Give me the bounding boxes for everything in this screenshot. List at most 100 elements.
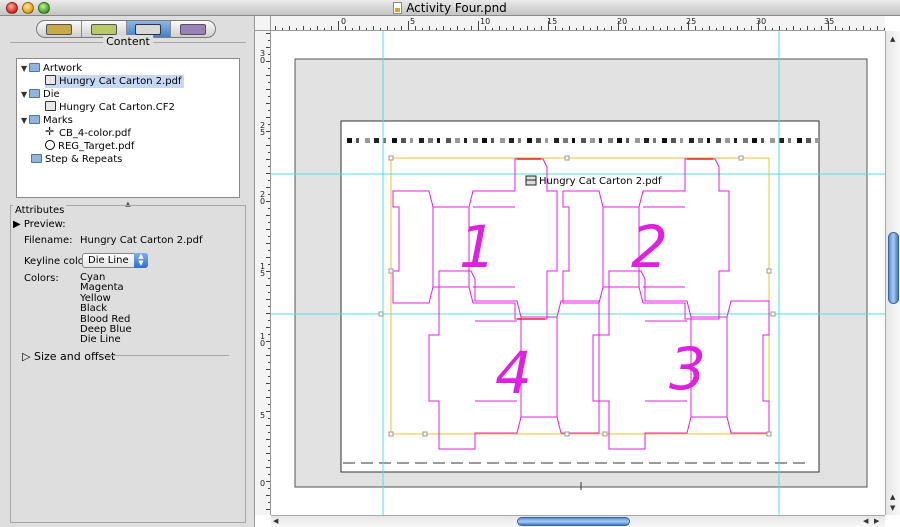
color-bar-patch <box>356 138 359 143</box>
die-icon <box>90 23 117 35</box>
attributes-header: Attributes <box>13 205 67 216</box>
carton-file-icon <box>45 75 56 85</box>
filename-label: Filename: <box>24 235 73 246</box>
section-divider <box>104 355 229 356</box>
color-bar-patch <box>689 138 694 143</box>
color-bar-patch <box>464 138 467 143</box>
tree-item-artwork-file[interactable]: Hungry Cat Carton 2.pdf <box>45 75 184 88</box>
horizontal-scroll-thumb[interactable] <box>517 517 630 526</box>
color-bar-patch <box>653 138 656 143</box>
color-bar-patch <box>644 138 649 143</box>
tree-label-marks-file2: REG_Target.pdf <box>58 141 135 152</box>
color-bar-patch <box>500 138 505 143</box>
ruler-label: 1 5 <box>260 262 266 278</box>
color-bar-patch <box>527 138 532 143</box>
stack-icon <box>180 23 207 35</box>
color-bar-patch <box>734 138 737 143</box>
folder-icon <box>29 115 40 124</box>
color-bar-patch <box>797 138 802 143</box>
color-bar-patch <box>536 138 541 143</box>
color-bar-patch <box>392 138 397 143</box>
scroll-left-icon[interactable]: ◀ <box>863 517 868 525</box>
color-bar-patch <box>743 138 748 143</box>
tree-item-artwork[interactable]: ▼ Artwork <box>21 62 82 75</box>
ruler-label: 1 0 <box>260 332 266 348</box>
step-number-1: 1 <box>459 213 496 281</box>
disclosure-triangle-icon[interactable]: ▼ <box>21 62 29 75</box>
ruler-tick <box>618 21 619 30</box>
scroll-left-icon[interactable]: ◀ <box>273 517 278 525</box>
color-bar-patch <box>608 138 613 143</box>
color-bar-patch <box>365 138 370 143</box>
step-number-3: 3 <box>669 335 706 403</box>
tree-item-marks-file1[interactable]: CB_4-color.pdf <box>45 125 131 140</box>
crop-mark-icon <box>45 125 56 138</box>
tree-label-die: Die <box>43 89 60 100</box>
color-bar-patch <box>491 138 494 143</box>
ruler-label: 5 <box>260 411 266 420</box>
color-bar-patch <box>671 138 676 143</box>
scroll-up-icon[interactable]: ▲ <box>890 493 895 501</box>
scroll-right-icon[interactable]: ▶ <box>874 517 879 525</box>
window-title-text: Activity Four.pnd <box>406 1 507 15</box>
layout-drawing[interactable]: Hungry Cat Carton 2.pdf 1 2 3 4 <box>271 31 885 515</box>
scroll-up-icon[interactable]: ▲ <box>890 35 895 43</box>
color-bar-patch <box>770 138 775 143</box>
keyline-color-value: Die Line <box>88 255 129 266</box>
horizontal-ruler[interactable]: 0 5 10 15 20 25 30 35 <box>271 16 885 31</box>
content-tree: ▼ Artwork Hungry Cat Carton 2.pdf ▼ Die Hu… <box>16 58 240 198</box>
tree-label-die-file: Hungry Cat Carton.CF2 <box>59 102 175 113</box>
ruler-tick <box>548 21 549 30</box>
color-bar-patch <box>617 138 622 143</box>
tree-item-die-file[interactable]: Hungry Cat Carton.CF2 <box>45 101 175 114</box>
color-bar-patch <box>662 138 667 143</box>
ruler-label: 0 <box>260 479 266 488</box>
tree-item-marks-file2[interactable]: REG_Target.pdf <box>45 140 134 153</box>
color-bar-patch <box>635 138 640 143</box>
horizontal-scrollbar[interactable]: ◀ ◀ ▶ <box>271 515 885 527</box>
ruler-tick <box>828 21 829 30</box>
color-bar-patch <box>599 138 602 143</box>
disclosure-triangle-icon[interactable]: ▼ <box>21 88 29 101</box>
vertical-scroll-thumb[interactable] <box>888 232 899 304</box>
size-offset-label: Size and offset <box>33 350 116 363</box>
ruler-label: 5 <box>410 17 416 26</box>
color-bar-patch <box>779 138 784 143</box>
scroll-down-icon[interactable]: ▼ <box>890 504 895 512</box>
step-number-2: 2 <box>631 213 668 281</box>
artwork-tab[interactable] <box>37 21 82 37</box>
color-bar-patch <box>401 138 406 143</box>
color-bar-patch <box>581 138 586 143</box>
ruler-label: 0 <box>341 17 347 26</box>
tree-label-artwork-file: Hungry Cat Carton 2.pdf <box>59 76 182 87</box>
color-bar-patch <box>545 138 548 143</box>
color-bar-patch <box>752 138 757 143</box>
vertical-scrollbar[interactable]: ▲ ▲ ▼ <box>885 31 900 515</box>
ruler-label: 2 5 <box>260 121 266 137</box>
ruler-tick <box>688 21 689 30</box>
vertical-ruler[interactable]: 3 0 2 5 2 0 1 5 1 0 5 0 <box>255 31 271 515</box>
color-bar-patch <box>788 138 791 143</box>
document-canvas-area: 0 5 10 15 20 25 30 35 3 0 2 5 2 0 1 5 1 … <box>255 16 900 527</box>
colors-label: Colors: <box>24 273 59 284</box>
ruler-origin[interactable] <box>255 16 271 31</box>
preview-disclosure[interactable]: ▶ Preview: <box>13 219 66 230</box>
ruler-tick <box>758 21 759 30</box>
tree-label-step-repeats: Step & Repeats <box>45 154 123 165</box>
color-bar-patch <box>590 138 595 143</box>
folder-icon <box>29 89 40 98</box>
size-offset-disclosure[interactable]: ▷ Size and offset <box>22 350 115 363</box>
marks-tab[interactable] <box>171 21 215 37</box>
color-bar-patch <box>707 138 710 143</box>
layout-viewport[interactable]: Hungry Cat Carton 2.pdf 1 2 3 4 <box>271 31 885 515</box>
folder-icon <box>31 154 42 163</box>
tree-item-step-repeats[interactable]: Step & Repeats <box>31 153 122 166</box>
color-bar-patch <box>419 138 424 143</box>
ruler-label: 35 <box>824 17 835 26</box>
disclosure-triangle-icon[interactable]: ▼ <box>21 114 29 127</box>
keyline-color-popup[interactable]: Die Line ▲ ▼ <box>82 253 148 268</box>
color-bar-patch <box>815 138 818 143</box>
tree-item-die[interactable]: ▼ Die <box>21 88 60 101</box>
color-bar-patch <box>698 138 703 143</box>
color-bar-patch <box>482 138 487 143</box>
